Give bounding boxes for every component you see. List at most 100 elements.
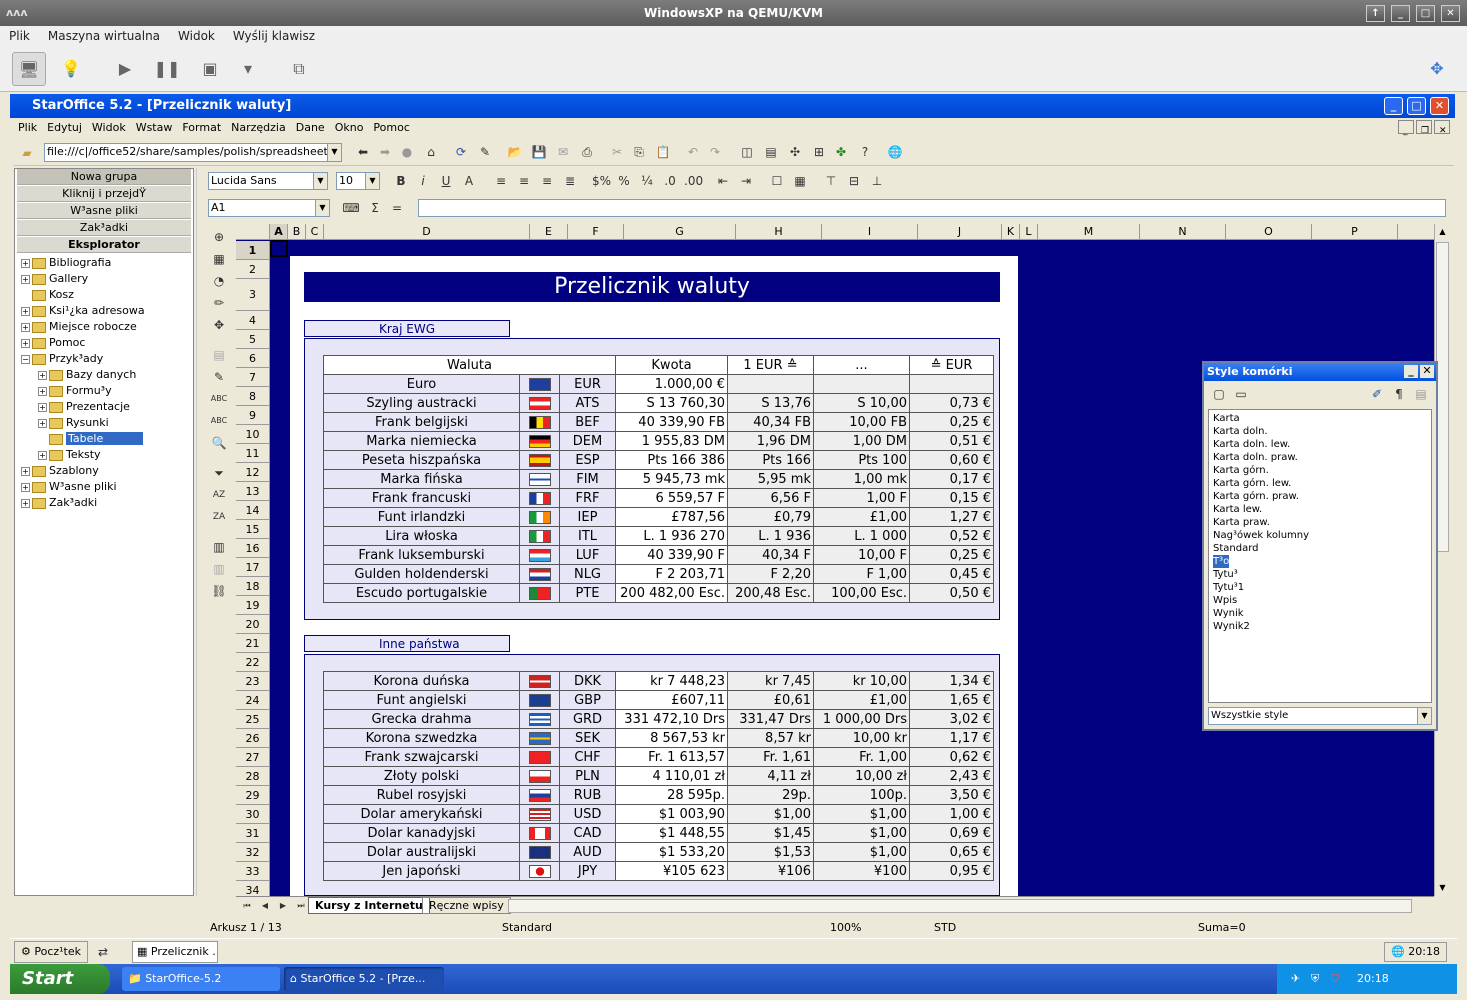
update-style-icon[interactable]: ▤ [1412, 385, 1430, 403]
web-icon[interactable]: 🌐 [886, 143, 904, 161]
fullscreen-icon[interactable]: ✥ [1420, 52, 1454, 86]
currency-name[interactable]: Dolar kanadyjski [323, 823, 520, 843]
column-header[interactable]: M [1038, 224, 1140, 240]
navigator-icon[interactable]: ◫ [738, 143, 756, 161]
tree-item[interactable]: + Prezentacje [38, 399, 130, 415]
style-item[interactable]: Karta lew. [1213, 503, 1427, 516]
row-header[interactable]: 5 [236, 330, 270, 349]
currency-name[interactable]: Peseta hiszpańska [323, 450, 520, 470]
italic-icon[interactable]: i [414, 172, 432, 190]
style-item[interactable]: Standard [1213, 542, 1427, 555]
host-menu-widok[interactable]: Widok [169, 26, 224, 46]
borders-icon[interactable]: ☐ [768, 172, 786, 190]
host-up-icon[interactable]: ↑ [1366, 5, 1385, 22]
flag-cell[interactable] [519, 728, 560, 748]
function-autopilot-icon[interactable]: ⌨ [342, 199, 360, 217]
font-size-field[interactable]: 10 ▼ [336, 172, 380, 190]
background-color-icon[interactable]: ▦ [791, 172, 809, 190]
doc-restore-button[interactable]: ❐ [1416, 120, 1432, 136]
currency-name[interactable]: Marka fińska [323, 469, 520, 489]
row-header[interactable]: 27 [236, 748, 270, 767]
flag-cell[interactable] [519, 823, 560, 843]
rate-cell[interactable]: F 1,00 [813, 564, 910, 584]
edit-file-icon[interactable]: ✎ [210, 368, 228, 386]
expand-icon[interactable]: + [21, 338, 30, 348]
controls-icon[interactable]: ✥ [210, 316, 228, 334]
tray-icon-1[interactable]: ✈ [1291, 964, 1300, 994]
justify-icon[interactable]: ≣ [561, 172, 579, 190]
currency-code[interactable]: ESP [559, 450, 616, 470]
form-design-icon[interactable]: ▤ [210, 346, 228, 364]
one-eur-cell[interactable]: 6,56 F [727, 488, 814, 508]
task-przelicznik[interactable]: ▦ Przelicznik ... [132, 941, 218, 963]
currency-code[interactable]: AUD [559, 842, 616, 862]
one-eur-cell[interactable]: 8,57 kr [727, 728, 814, 748]
expand-icon[interactable]: + [21, 258, 30, 268]
currency-code[interactable]: CAD [559, 823, 616, 843]
expand-icon[interactable]: + [21, 498, 30, 508]
row-header[interactable]: 16 [236, 539, 270, 558]
sort-descending-icon[interactable]: ZA [210, 508, 228, 526]
one-eur-cell[interactable]: $1,45 [727, 823, 814, 843]
bold-icon[interactable]: B [392, 172, 410, 190]
amount-cell[interactable]: 1.000,00 € [615, 374, 728, 394]
indent-increase-icon[interactable]: ⇥ [737, 172, 755, 190]
row-header[interactable]: 17 [236, 558, 270, 577]
eur-value-cell[interactable]: 3,50 € [909, 785, 994, 805]
column-header[interactable]: G [624, 224, 736, 240]
host-maximize-button[interactable]: □ [1416, 5, 1435, 22]
group-nowa-grupa[interactable]: Nowa grupa [17, 169, 191, 185]
expand-icon[interactable]: + [38, 386, 47, 396]
align-right-icon[interactable]: ≡ [538, 172, 556, 190]
rate-cell[interactable]: Fr. 1,00 [813, 747, 910, 767]
style-item[interactable]: T³o [1213, 555, 1230, 568]
currency-code[interactable]: ITL [559, 526, 616, 546]
font-name-field[interactable]: Lucida Sans ▼ [208, 172, 328, 190]
amount-cell[interactable]: £787,56 [615, 507, 728, 527]
rate-cell[interactable]: 100p. [813, 785, 910, 805]
rate-cell[interactable]: ¥100 [813, 861, 910, 881]
rate-cell[interactable]: 10,00 F [813, 545, 910, 565]
amount-cell[interactable]: S 13 760,30 [615, 393, 728, 413]
one-eur-cell[interactable]: 1,96 DM [727, 431, 814, 451]
amount-cell[interactable]: £607,11 [615, 690, 728, 710]
currency-code[interactable]: USD [559, 804, 616, 824]
currency-code[interactable]: DKK [559, 671, 616, 691]
tree-item[interactable]: + Zak³adki [21, 495, 97, 511]
amount-cell[interactable]: 8 567,53 kr [615, 728, 728, 748]
amount-cell[interactable]: 40 339,90 FB [615, 412, 728, 432]
mail-icon[interactable]: ✉ [554, 143, 572, 161]
currency-code[interactable]: CHF [559, 747, 616, 767]
amount-cell[interactable]: 200 482,00 Esc. [615, 583, 728, 603]
screens-icon[interactable]: ⧉ [282, 52, 316, 86]
tree-item[interactable]: + Formu³y [38, 383, 112, 399]
shield-icon[interactable]: ⛉ [1331, 964, 1339, 994]
currency-code[interactable]: SEK [559, 728, 616, 748]
chart-icon[interactable]: ▥ [210, 560, 228, 578]
one-eur-cell[interactable]: 331,47 Drs [727, 709, 814, 729]
one-eur-cell[interactable]: £0,61 [727, 690, 814, 710]
taskbar-staroffice-button[interactable]: ⌂ StarOffice 5.2 - [Prze... [284, 967, 444, 991]
monitor-icon[interactable]: 🖥 [12, 52, 46, 86]
flag-cell[interactable] [519, 374, 560, 394]
scroll-up-icon[interactable]: ▲ [1435, 224, 1450, 240]
column-header[interactable]: K [1002, 224, 1020, 240]
links-icon[interactable]: ⛓ [210, 582, 228, 600]
tab-reczne[interactable]: Ręczne wpisy [422, 897, 511, 914]
style-item[interactable]: Nag³ówek kolumny [1213, 529, 1427, 542]
row-header[interactable]: 1 [236, 241, 270, 260]
expand-icon[interactable]: + [21, 274, 30, 284]
expand-icon[interactable]: + [21, 322, 30, 332]
function-icon[interactable]: = [388, 199, 406, 217]
align-center-icon[interactable]: ≡ [515, 172, 533, 190]
column-header[interactable]: H [736, 224, 822, 240]
add-decimal-icon[interactable]: .0 [661, 172, 679, 190]
eur-value-cell[interactable]: 3,02 € [909, 709, 994, 729]
host-menu-maszyna[interactable]: Maszyna wirtualna [39, 26, 169, 46]
one-eur-cell[interactable]: 200,48 Esc. [727, 583, 814, 603]
amount-cell[interactable]: $1 003,90 [615, 804, 728, 824]
currency-name[interactable]: Frank luksemburski [323, 545, 520, 565]
draw-functions-icon[interactable]: ✏ [210, 294, 228, 312]
status-mode[interactable]: STD [934, 918, 956, 938]
style-item[interactable]: Karta doln. [1213, 425, 1427, 438]
